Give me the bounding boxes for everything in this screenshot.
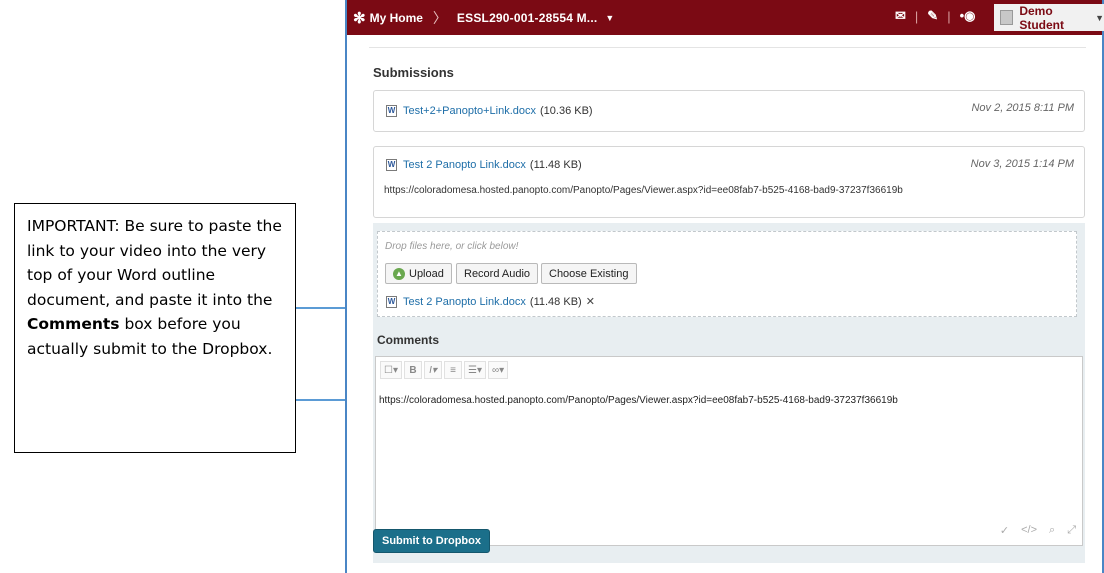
preview-icon[interactable]: ⌕ [1049, 524, 1055, 537]
course-dropdown-icon[interactable]: ▼ [605, 13, 614, 23]
main-content: Submissions W Test+2+Panopto+Link.docx (… [347, 35, 1102, 573]
instruction-callout: IMPORTANT: Be sure to paste the link to … [14, 203, 296, 453]
align-icon[interactable]: ≡ [443, 361, 462, 379]
spellcheck-icon[interactable]: ✓ [1000, 524, 1009, 537]
org-logo-icon[interactable]: ✻ [353, 9, 366, 27]
word-doc-icon: W [386, 105, 397, 117]
comments-label: Comments [377, 333, 440, 347]
format-icon[interactable]: ☐▾ [380, 361, 402, 379]
nav-icon-group: ✉ | ✎ | •◉ [895, 8, 976, 24]
avatar [1000, 10, 1014, 25]
editor-toolbar: ☐▾ B I▾ ≡ ☰▾ ∞▾ [380, 361, 509, 379]
nav-divider: | [914, 8, 919, 24]
submission-file: W Test+2+Panopto+Link.docx (10.36 KB) [386, 105, 593, 117]
user-menu[interactable]: Demo Student ▼ [994, 3, 1104, 32]
submission-date: Nov 2, 2015 8:11 PM [971, 102, 1074, 114]
submit-form: Drop files here, or click below! ▲ Uploa… [373, 223, 1085, 563]
submission-file-link[interactable]: Test+2+Panopto+Link.docx [403, 105, 536, 117]
bold-icon[interactable]: B [403, 361, 422, 379]
record-audio-button[interactable]: Record Audio [456, 263, 539, 284]
my-home-link[interactable]: My Home [370, 11, 423, 25]
file-size: (10.36 KB) [540, 105, 593, 117]
user-dropdown-icon: ▼ [1095, 12, 1104, 23]
source-code-icon[interactable]: </> [1021, 524, 1037, 537]
attached-file: W Test 2 Panopto Link.docx (11.48 KB) ✕ [386, 295, 595, 308]
course-selector[interactable]: ESSL290-001-28554 M... [457, 11, 597, 25]
top-navbar: ✻ My Home 〉 ESSL290-001-28554 M... ▼ ✉ |… [347, 0, 1104, 35]
browser-frame: ✻ My Home 〉 ESSL290-001-28554 M... ▼ ✉ |… [345, 0, 1104, 573]
dropzone-hint: Drop files here, or click below! [385, 241, 519, 252]
submission-date: Nov 3, 2015 1:14 PM [970, 158, 1074, 170]
word-doc-icon: W [386, 295, 397, 308]
italic-icon[interactable]: I▾ [423, 361, 442, 379]
editor-footer: ✓ </> ⌕ ⤢ [1000, 524, 1076, 537]
breadcrumb-separator-icon: 〉 [432, 9, 447, 26]
word-doc-icon: W [386, 159, 397, 171]
callout-text-1: IMPORTANT: Be sure to paste the link to … [27, 217, 282, 309]
file-size: (11.48 KB) [529, 159, 582, 171]
upload-button[interactable]: ▲ Upload [385, 263, 452, 284]
comments-text[interactable]: https://coloradomesa.hosted.panopto.com/… [379, 395, 898, 406]
divider [369, 47, 1086, 48]
submission-file-link[interactable]: Test 2 Panopto Link.docx [403, 159, 526, 171]
callout-bold: Comments [27, 315, 120, 333]
upload-icon: ▲ [393, 267, 405, 280]
submission-file: W Test 2 Panopto Link.docx (11.48 KB) [386, 159, 582, 171]
submission-comment: https://coloradomesa.hosted.panopto.com/… [384, 185, 903, 196]
nav-divider: | [947, 8, 951, 24]
submission-card: W Test 2 Panopto Link.docx (11.48 KB) No… [373, 146, 1085, 218]
submission-card: W Test+2+Panopto+Link.docx (10.36 KB) No… [373, 90, 1085, 132]
file-dropzone[interactable]: Drop files here, or click below! ▲ Uploa… [377, 231, 1077, 317]
attached-file-size: (11.48 KB) [529, 295, 582, 308]
upload-label: Upload [409, 267, 444, 280]
fullscreen-icon[interactable]: ⤢ [1067, 524, 1076, 537]
choose-existing-button[interactable]: Choose Existing [541, 263, 637, 284]
remove-file-icon[interactable]: ✕ [586, 295, 595, 308]
subscription-alerts-icon[interactable]: •◉ [960, 8, 976, 24]
updates-alerts-icon[interactable]: ✎ [927, 8, 938, 24]
message-alerts-icon[interactable]: ✉ [895, 8, 906, 24]
submit-button[interactable]: Submit to Dropbox [373, 529, 490, 553]
user-name: Demo Student [1019, 3, 1064, 32]
comments-editor[interactable]: ☐▾ B I▾ ≡ ☰▾ ∞▾ https://coloradomesa.hos… [375, 356, 1083, 546]
list-icon[interactable]: ☰▾ [463, 361, 486, 379]
link-icon[interactable]: ∞▾ [487, 361, 509, 379]
submissions-heading: Submissions [373, 65, 454, 80]
attached-file-link[interactable]: Test 2 Panopto Link.docx [403, 296, 526, 308]
